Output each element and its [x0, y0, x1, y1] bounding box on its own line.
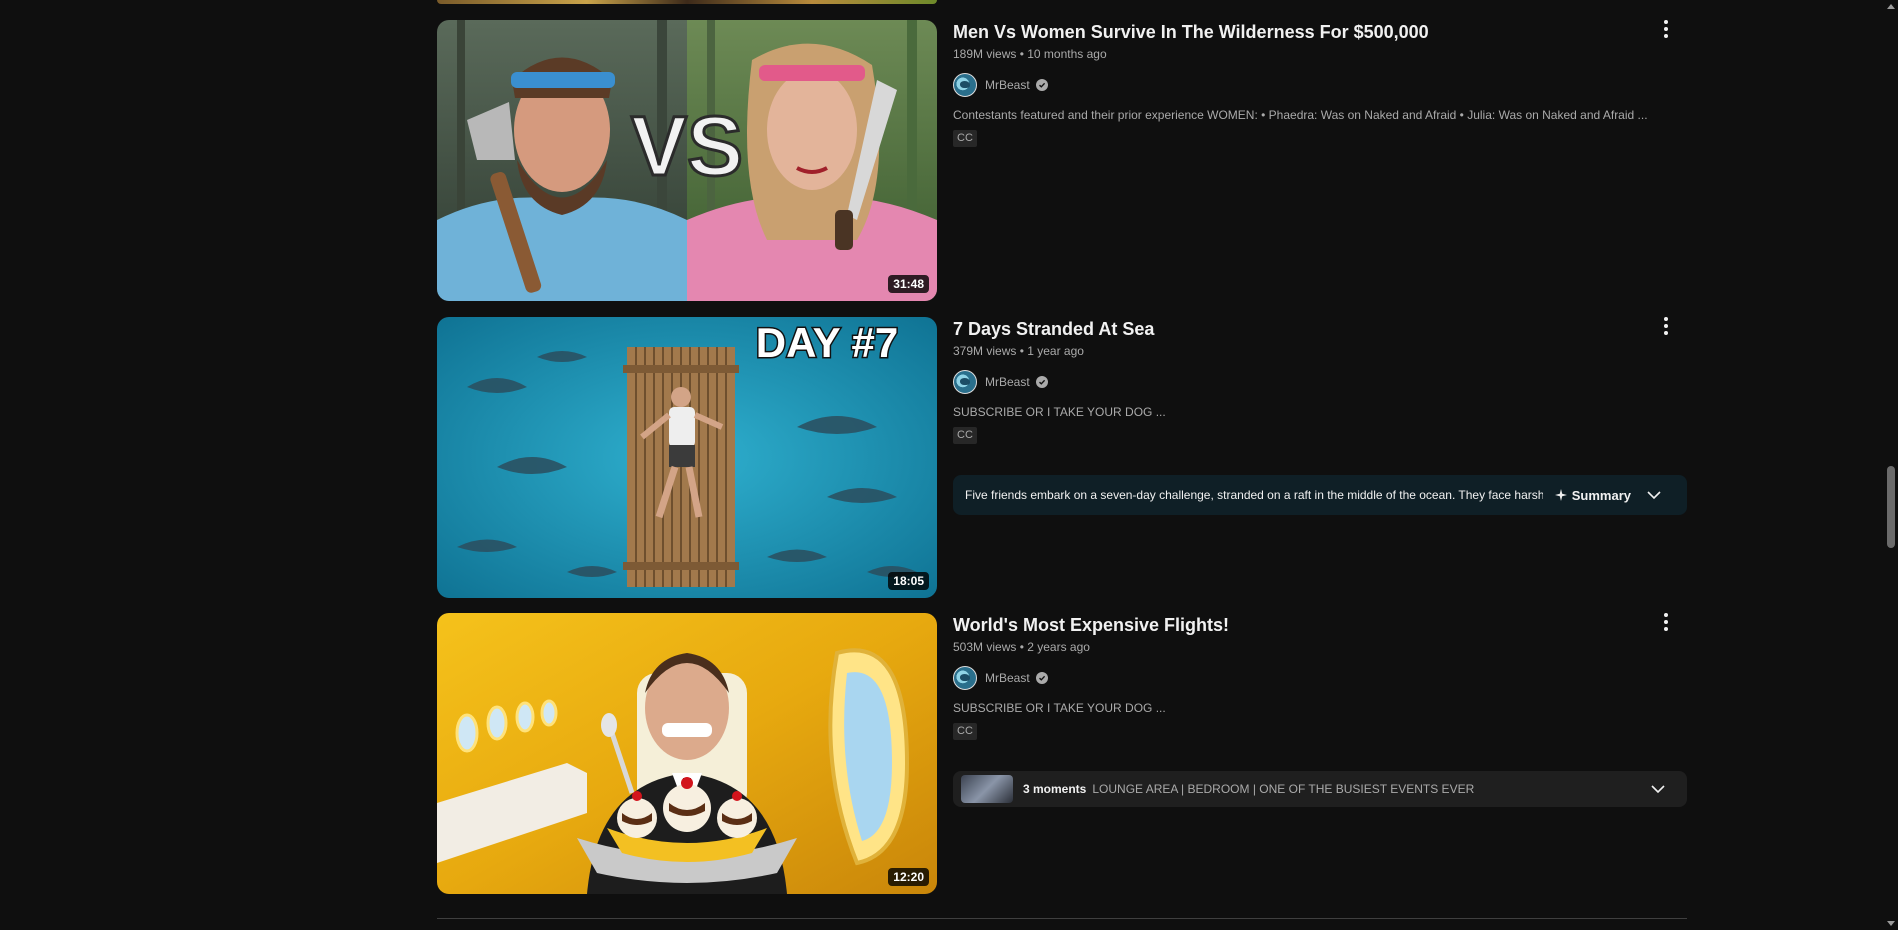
- kebab-dot: [1664, 627, 1668, 631]
- summary-text: Five friends embark on a seven-day chall…: [965, 488, 1543, 502]
- video-description: SUBSCRIBE OR I TAKE YOUR DOG ...: [953, 701, 1166, 715]
- video-meta: 503M views • 2 years ago: [953, 640, 1090, 654]
- thumbnail-image: DAY #7: [437, 317, 937, 598]
- scrollbar[interactable]: [1884, 0, 1898, 930]
- moments-list: LOUNGE AREA | BEDROOM | ONE OF THE BUSIE…: [1092, 782, 1475, 796]
- thumbnail-vs-text: VS: [631, 99, 743, 193]
- kebab-dot: [1664, 34, 1668, 38]
- video-info: 7 Days Stranded At Sea 379M views • 1 ye…: [953, 316, 1688, 444]
- duration-badge: 31:48: [888, 275, 929, 293]
- channel-row[interactable]: MrBeast: [953, 73, 1688, 97]
- verified-icon: [1035, 672, 1048, 684]
- video-info: Men Vs Women Survive In The Wilderness F…: [953, 19, 1688, 147]
- channel-row[interactable]: MrBeast: [953, 666, 1688, 690]
- more-actions-button[interactable]: [1656, 17, 1676, 41]
- summary-label: Summary: [1571, 487, 1631, 503]
- ai-summary-bar[interactable]: Five friends embark on a seven-day chall…: [953, 475, 1687, 515]
- summary-toggle[interactable]: Summary: [1554, 487, 1631, 503]
- key-moments-bar[interactable]: 3 moments LOUNGE AREA | BEDROOM | ONE OF…: [953, 771, 1687, 807]
- channel-name[interactable]: MrBeast: [985, 78, 1030, 92]
- video-info: World's Most Expensive Flights! 503M vie…: [953, 612, 1688, 740]
- verified-icon: [1035, 376, 1048, 388]
- video-thumbnail[interactable]: DAY #7 18:05: [437, 317, 937, 598]
- thumbnail-day-text: DAY #7: [756, 319, 898, 366]
- section-divider: [437, 918, 1687, 919]
- kebab-dot: [1664, 613, 1668, 617]
- video-meta: 189M views • 10 months ago: [953, 47, 1107, 61]
- kebab-dot: [1664, 324, 1668, 328]
- cc-badge: CC: [953, 427, 977, 444]
- moments-count: 3 moments: [1023, 782, 1087, 796]
- kebab-dot: [1664, 317, 1668, 321]
- duration-badge: 12:20: [888, 868, 929, 886]
- chevron-down-icon[interactable]: [1647, 490, 1661, 500]
- thumbnail-image: VS: [437, 20, 937, 301]
- video-meta: 379M views • 1 year ago: [953, 344, 1084, 358]
- scroll-down-icon[interactable]: [1887, 921, 1895, 926]
- scrollbar-thumb[interactable]: [1887, 466, 1895, 548]
- chevron-down-icon[interactable]: [1651, 784, 1665, 794]
- scroll-up-icon[interactable]: [1887, 4, 1895, 9]
- previous-video-thumbnail[interactable]: [437, 0, 937, 4]
- video-description: Contestants featured and their prior exp…: [953, 108, 1648, 122]
- kebab-dot: [1664, 331, 1668, 335]
- video-title[interactable]: 7 Days Stranded At Sea: [953, 316, 1688, 342]
- video-thumbnail[interactable]: VS 31:48: [437, 20, 937, 301]
- channel-avatar[interactable]: [953, 666, 977, 690]
- more-actions-button[interactable]: [1656, 610, 1676, 634]
- channel-name[interactable]: MrBeast: [985, 671, 1030, 685]
- video-thumbnail[interactable]: 12:20: [437, 613, 937, 894]
- kebab-dot: [1664, 620, 1668, 624]
- channel-avatar[interactable]: [953, 370, 977, 394]
- channel-name[interactable]: MrBeast: [985, 375, 1030, 389]
- moment-thumbnail: [961, 775, 1013, 803]
- sparkle-icon: [1554, 489, 1567, 501]
- duration-badge: 18:05: [888, 572, 929, 590]
- video-description: SUBSCRIBE OR I TAKE YOUR DOG ...: [953, 405, 1166, 419]
- channel-avatar[interactable]: [953, 73, 977, 97]
- thumbnail-image: [437, 613, 937, 894]
- more-actions-button[interactable]: [1656, 314, 1676, 338]
- cc-badge: CC: [953, 130, 977, 147]
- cc-badge: CC: [953, 723, 977, 740]
- channel-row[interactable]: MrBeast: [953, 370, 1688, 394]
- verified-icon: [1035, 79, 1048, 91]
- kebab-dot: [1664, 20, 1668, 24]
- video-title[interactable]: Men Vs Women Survive In The Wilderness F…: [953, 19, 1688, 45]
- kebab-dot: [1664, 27, 1668, 31]
- video-title[interactable]: World's Most Expensive Flights!: [953, 612, 1688, 638]
